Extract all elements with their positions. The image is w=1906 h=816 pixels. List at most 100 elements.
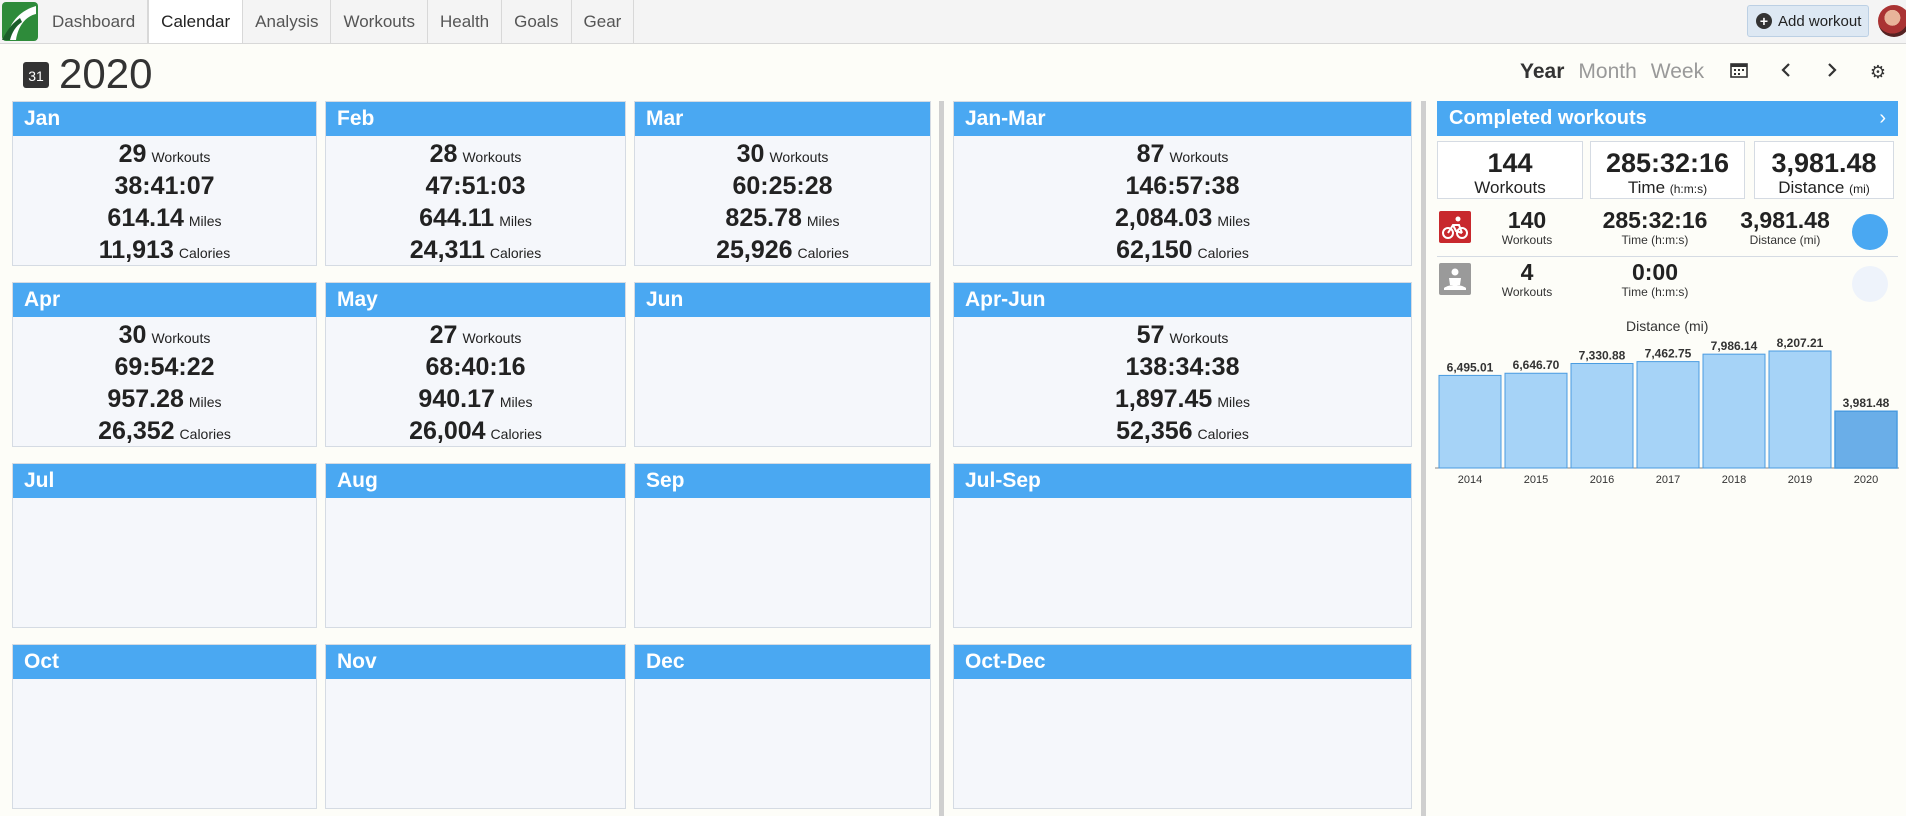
stat-calories: 26,004 Calories — [326, 417, 625, 449]
quarter-card-oct-dec[interactable]: Oct-Dec — [953, 644, 1412, 809]
completed-workouts-header[interactable]: Completed workouts › — [1437, 101, 1898, 136]
nav-tab-analysis[interactable]: Analysis — [243, 0, 332, 43]
total-distance-label: Distance — [1778, 178, 1845, 197]
card-stats: 87 Workouts 146:57:38 2,084.03 Miles 62,150 Ca… — [954, 136, 1411, 268]
stat-workouts: 30 Workouts — [13, 321, 316, 353]
stat-workouts: 87 Workouts — [954, 140, 1411, 172]
stat-time-value: 68:40:16 — [425, 353, 526, 381]
quarter-card-jan-mar[interactable]: Jan-Mar 87 Workouts 146:57:38 2,084.03 Miles 6… — [953, 101, 1412, 266]
add-workout-button[interactable]: + Add workout — [1747, 5, 1869, 37]
stat-calories-unit: Calories — [1197, 426, 1249, 442]
month-card-jun[interactable]: Jun — [634, 282, 931, 447]
stat-miles: 825.78 Miles — [635, 204, 930, 236]
stat-miles-unit: Miles — [499, 394, 533, 410]
month-card-jan[interactable]: Jan 29 Workouts 38:41:07 614.14 Miles 11,913 Ca… — [12, 101, 317, 266]
bar-value-label: 7,330.88 — [1579, 348, 1626, 362]
bar-value-label: 6,495.01 — [1447, 360, 1494, 374]
nav-tab-health[interactable]: Health — [428, 0, 503, 43]
bar-2020[interactable] — [1834, 410, 1898, 469]
stat-calories-value: 26,004 — [409, 417, 486, 445]
card-title: Jun — [635, 283, 930, 317]
month-card-sep[interactable]: Sep — [634, 463, 931, 628]
nav-tab-gear[interactable]: Gear — [572, 0, 635, 43]
stat-miles-unit: Miles — [188, 213, 222, 229]
x-tick-label: 2017 — [1656, 474, 1680, 486]
column-divider — [1421, 101, 1426, 816]
chevron-left-icon[interactable] — [1774, 60, 1798, 84]
chevron-right-icon[interactable] — [1820, 60, 1844, 84]
month-card-mar[interactable]: Mar 30 Workouts 60:25:28 825.78 Miles 25,926 Ca… — [634, 101, 931, 266]
stat-miles-value: 957.28 — [107, 385, 184, 413]
bar-2017[interactable] — [1636, 361, 1700, 469]
month-card-may[interactable]: May 27 Workouts 68:40:16 940.17 Miles 26,004 Ca… — [325, 282, 626, 447]
month-card-feb[interactable]: Feb 28 Workouts 47:51:03 644.11 Miles 24,311 Ca… — [325, 101, 626, 266]
month-card-aug[interactable]: Aug — [325, 463, 626, 628]
month-card-apr[interactable]: Apr 30 Workouts 69:54:22 957.28 Miles 26,352 Ca… — [12, 282, 317, 447]
card-title: Apr — [13, 283, 316, 317]
card-stats: 57 Workouts 138:34:38 1,897.45 Miles 52,356 Ca… — [954, 317, 1411, 449]
bar-2018[interactable] — [1702, 353, 1766, 469]
stat-time: 69:54:22 — [13, 353, 316, 385]
nav-tab-goals[interactable]: Goals — [502, 0, 572, 43]
card-title: Feb — [326, 102, 625, 136]
month-card-dec[interactable]: Dec — [634, 644, 931, 809]
user-avatar[interactable] — [1878, 5, 1906, 37]
total-workouts-box: 144 Workouts — [1437, 141, 1583, 199]
other-color-dot[interactable] — [1852, 266, 1888, 302]
cycling-time: 285:32:16 Time (h:m:s) — [1585, 207, 1725, 247]
nav-tab-dashboard[interactable]: Dashboard — [40, 0, 149, 43]
bar-2016[interactable] — [1570, 362, 1634, 469]
cycling-workouts-label: Workouts — [1501, 233, 1553, 247]
view-tab-year[interactable]: Year — [1520, 60, 1564, 84]
nav-tab-workouts[interactable]: Workouts — [331, 0, 428, 43]
bar-value-label: 6,646.70 — [1513, 358, 1560, 372]
stat-time-value: 69:54:22 — [114, 353, 215, 381]
card-title: Jan-Mar — [954, 102, 1411, 136]
total-distance-value: 3,981.48 — [1771, 148, 1877, 178]
total-workouts-label: Workouts — [1474, 178, 1546, 197]
card-stats: 27 Workouts 68:40:16 940.17 Miles 26,004 Calor… — [326, 317, 625, 449]
month-card-nov[interactable]: Nov — [325, 644, 626, 809]
stat-miles-value: 1,897.45 — [1115, 385, 1213, 413]
nav-tab-calendar[interactable]: Calendar — [148, 0, 244, 43]
bar-2019[interactable] — [1768, 350, 1832, 469]
completed-workouts-title: Completed workouts — [1449, 107, 1647, 129]
view-switcher: Year Month Week — [1520, 60, 1704, 84]
activity-row-cycling[interactable]: 140 Workouts 285:32:16 Time (h:m:s) 3,98… — [1437, 207, 1898, 257]
stat-calories: 24,311 Calories — [326, 236, 625, 268]
calendar-icon: 31 — [23, 62, 49, 88]
calendar-picker-icon[interactable] — [1727, 60, 1751, 84]
stat-workouts: 28 Workouts — [326, 140, 625, 172]
stat-calories-value: 11,913 — [98, 236, 174, 264]
stat-workouts-unit: Workouts — [462, 330, 522, 346]
cycling-workouts: 140 Workouts — [1492, 207, 1562, 247]
total-time-label: Time — [1627, 178, 1666, 197]
card-stats: 30 Workouts 69:54:22 957.28 Miles 26,352 Calor… — [13, 317, 316, 449]
gear-icon[interactable]: ⚙ — [1866, 60, 1890, 84]
stat-workouts-unit: Workouts — [151, 149, 211, 165]
stat-miles: 614.14 Miles — [13, 204, 316, 236]
stat-workouts-unit: Workouts — [151, 330, 211, 346]
other-workouts-value: 4 — [1520, 259, 1534, 285]
chevron-right-icon[interactable]: › — [1879, 101, 1886, 136]
view-tab-week[interactable]: Week — [1651, 60, 1704, 84]
app-logo[interactable] — [0, 0, 40, 43]
quarter-card-apr-jun[interactable]: Apr-Jun 57 Workouts 138:34:38 1,897.45 Miles 5… — [953, 282, 1412, 447]
bar-2015[interactable] — [1504, 372, 1568, 469]
bar-2014[interactable] — [1438, 374, 1502, 469]
month-card-jul[interactable]: Jul — [12, 463, 317, 628]
x-tick-label: 2020 — [1854, 474, 1878, 486]
view-tab-month[interactable]: Month — [1578, 60, 1636, 84]
other-time-label: Time (h:m:s) — [1621, 285, 1689, 299]
stat-workouts-value: 27 — [429, 321, 458, 349]
other-workouts: 4 Workouts — [1492, 259, 1562, 299]
quarter-card-jul-sep[interactable]: Jul-Sep — [953, 463, 1412, 628]
total-distance-box: 3,981.48 Distance (mi) — [1754, 141, 1894, 199]
stat-calories-unit: Calories — [179, 426, 231, 442]
activity-row-other[interactable]: 4 Workouts 0:00 Time (h:m:s) — [1437, 259, 1898, 309]
total-time-value: 285:32:16 — [1605, 148, 1730, 178]
month-card-oct[interactable]: Oct — [12, 644, 317, 809]
stat-workouts: 30 Workouts — [635, 140, 930, 172]
cycling-color-dot[interactable] — [1852, 214, 1888, 250]
x-tick-label: 2019 — [1788, 474, 1812, 486]
